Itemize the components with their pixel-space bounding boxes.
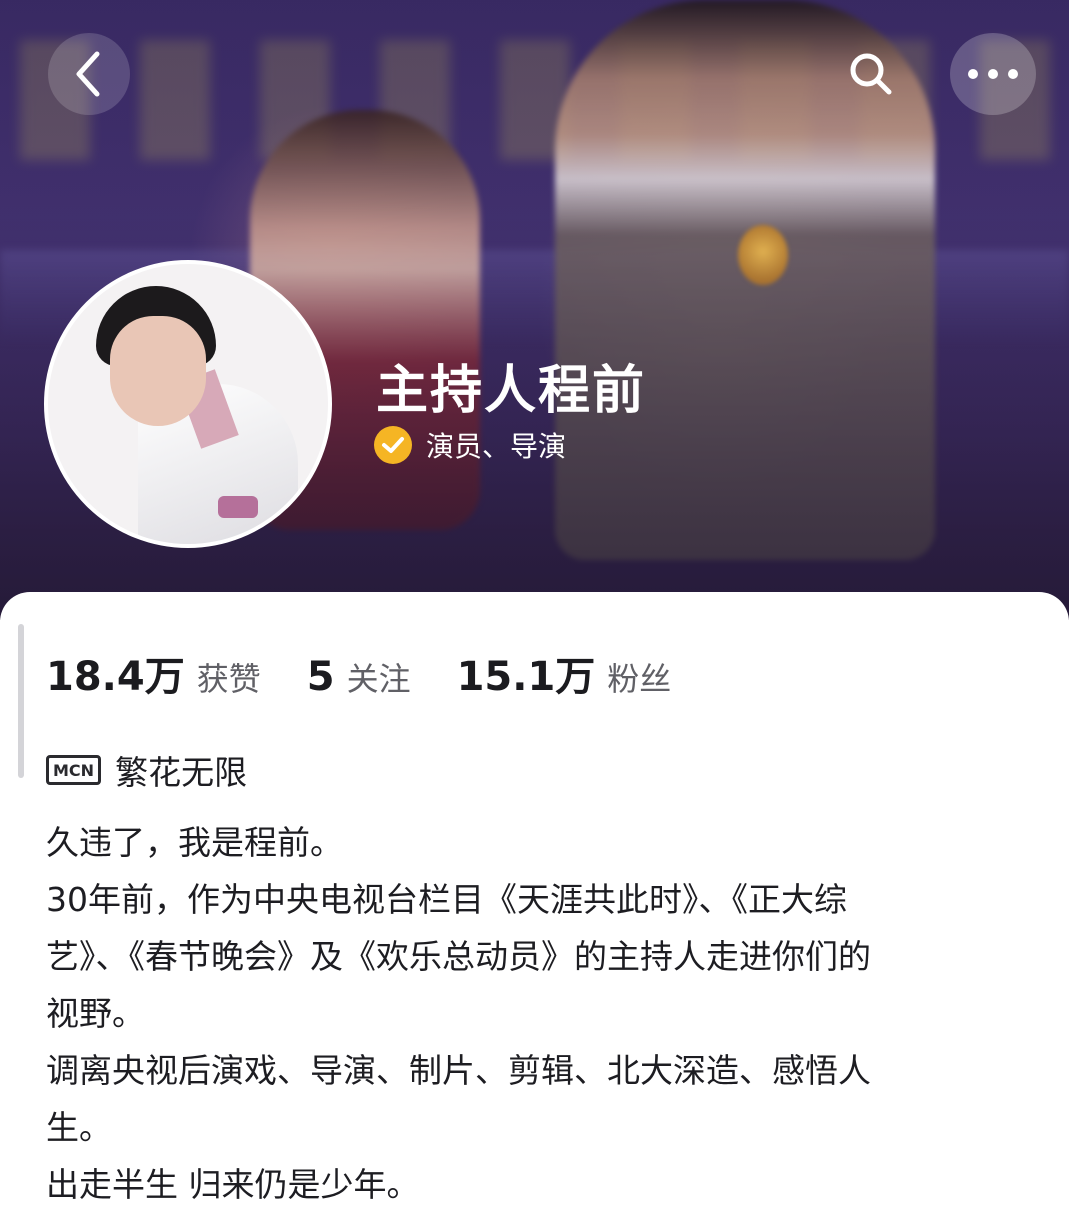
stat-followers[interactable]: 15.1万 粉丝 xyxy=(457,644,672,702)
stat-likes-value: 18.4万 xyxy=(46,654,185,700)
more-dots-icon xyxy=(968,69,1018,79)
scrollbar-thumb[interactable] xyxy=(18,624,24,778)
stat-followers-label: 粉丝 xyxy=(607,660,672,698)
stat-following[interactable]: 5 关注 xyxy=(307,654,411,700)
profile-name: 主持人程前 xyxy=(376,361,647,421)
avatar[interactable] xyxy=(44,260,332,548)
bio-line: 生。 xyxy=(46,1108,112,1147)
avatar-photo-hand xyxy=(218,496,258,518)
search-button[interactable] xyxy=(830,33,912,115)
bio-line: 视野。 xyxy=(46,994,145,1033)
mcn-name: 繁花无限 xyxy=(115,753,248,792)
verification-text: 演员、导演 xyxy=(426,430,567,463)
avatar-photo-face xyxy=(110,316,206,426)
profile-info-card: 18.4万 获赞 5 关注 15.1万 粉丝 MCN 繁花无限 久违了，我是程前… xyxy=(0,592,1069,1217)
mcn-agency[interactable]: MCN 繁花无限 xyxy=(46,746,247,794)
stat-following-label: 关注 xyxy=(346,660,411,698)
chevron-left-icon xyxy=(76,51,100,97)
verification-row: 演员、导演 xyxy=(374,425,566,465)
profile-banner: 主持人程前 演员、导演 xyxy=(0,0,1069,620)
search-icon xyxy=(850,53,892,95)
bio-text: 久违了，我是程前。 30年前，作为中央电视台栏目《天涯共此时》、《正大综 艺》、… xyxy=(46,814,1046,1213)
stats-row: 18.4万 获赞 5 关注 15.1万 粉丝 xyxy=(46,644,717,702)
more-button[interactable] xyxy=(950,33,1036,115)
bio-line: 出走半生 归来仍是少年。 xyxy=(46,1165,420,1204)
bio-line: 30年前，作为中央电视台栏目《天涯共此时》、《正大综 xyxy=(46,880,847,919)
bio-line: 久违了，我是程前。 xyxy=(46,823,343,862)
stat-likes-label: 获赞 xyxy=(196,660,261,698)
check-badge-icon xyxy=(374,426,412,464)
bio-line: 艺》、《春节晚会》及《欢乐总动员》的主持人走进你们的 xyxy=(46,937,871,976)
stat-likes[interactable]: 18.4万 获赞 xyxy=(46,644,261,702)
bio-line: 调离央视后演戏、导演、制片、剪辑、北大深造、感悟人 xyxy=(46,1051,871,1090)
back-button[interactable] xyxy=(48,33,130,115)
stat-following-value: 5 xyxy=(306,654,335,700)
stat-followers-value: 15.1万 xyxy=(456,654,596,700)
mcn-logo-icon: MCN xyxy=(46,755,102,785)
